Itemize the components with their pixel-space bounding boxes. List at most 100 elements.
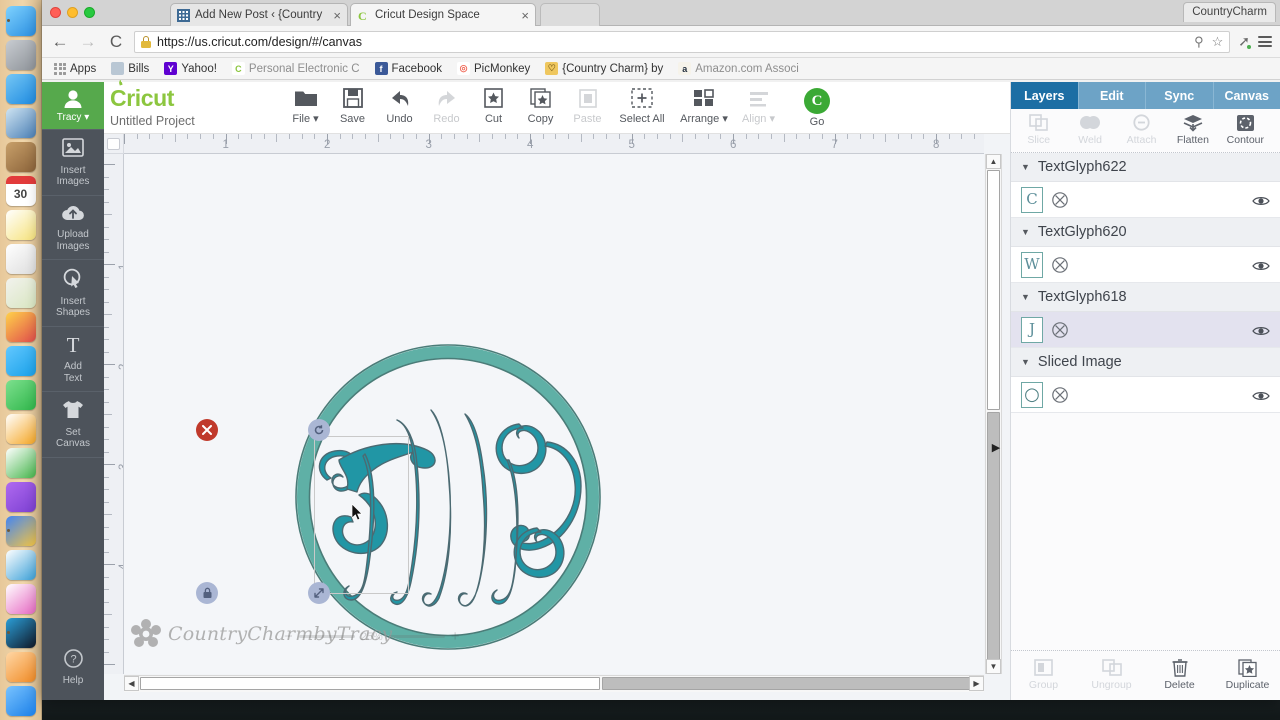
close-window-button[interactable]: [50, 7, 61, 18]
calendar-icon[interactable]: 30: [5, 176, 36, 206]
chrome-profile-button[interactable]: CountryCharm: [1183, 2, 1276, 22]
scroll-h-thumb-left[interactable]: [140, 677, 600, 690]
scroll-thumb-upper[interactable]: [987, 170, 1000, 410]
ruler-origin-handle[interactable]: [104, 134, 124, 154]
reminders-icon[interactable]: [5, 244, 36, 274]
lock-handle[interactable]: [196, 582, 218, 604]
bookmark-1[interactable]: Bills: [105, 60, 155, 77]
toolbar-arrange-button[interactable]: Arrange ▾: [673, 88, 735, 126]
layers-tool-contour[interactable]: Contour: [1227, 114, 1264, 147]
layer-group-header-0[interactable]: ▼ TextGlyph622: [1011, 153, 1280, 182]
visibility-eye-icon[interactable]: [1252, 259, 1270, 271]
panel-collapse-arrow[interactable]: ▶: [990, 437, 1002, 457]
toolbar-cut-button[interactable]: Cut: [470, 88, 517, 126]
safari-icon[interactable]: [5, 74, 36, 104]
layer-thumbnail[interactable]: J: [1021, 316, 1043, 343]
resize-handle[interactable]: [308, 582, 330, 604]
sidebar-item-help[interactable]: ? Help: [42, 639, 104, 700]
toolbar-file-button[interactable]: File ▾: [282, 88, 329, 126]
browser-tab-2[interactable]: C Cricut Design Space ×: [350, 3, 536, 26]
zoom-in-button[interactable]: +: [451, 629, 460, 644]
scroll-up-button[interactable]: ▲: [986, 154, 1001, 169]
photos-icon[interactable]: [5, 108, 36, 138]
finder-icon[interactable]: [5, 6, 36, 36]
layer-group-header-2[interactable]: ▼ TextGlyph618: [1011, 283, 1280, 312]
tab-sync[interactable]: Sync: [1146, 82, 1214, 109]
bookmark-star-icon[interactable]: ☆: [1212, 34, 1224, 50]
layer-group-header-3[interactable]: ▼ Sliced Image: [1011, 348, 1280, 377]
sidebar-item-insert-images[interactable]: Insert Images: [42, 129, 104, 196]
sidebar-item-set-canvas[interactable]: Set Canvas: [42, 392, 104, 458]
extension-icon[interactable]: ➚: [1238, 33, 1251, 50]
layers-duplicate-button[interactable]: Duplicate: [1223, 659, 1273, 692]
browser-tab-placeholder[interactable]: [540, 3, 600, 26]
cut-type-icon[interactable]: [1051, 386, 1069, 404]
layer-row[interactable]: J: [1011, 312, 1280, 348]
toolbar-select-all-button[interactable]: Select All: [611, 88, 673, 126]
layers-tool-flatten[interactable]: Flatten: [1175, 114, 1210, 147]
mac-dock[interactable]: 30: [0, 0, 42, 720]
address-bar[interactable]: https://us.cricut.com/design/#/canvas ⚲ …: [134, 30, 1231, 53]
appstore-icon[interactable]: [5, 686, 36, 716]
ibooks-icon[interactable]: [5, 652, 36, 682]
launchpad-icon[interactable]: [5, 40, 36, 70]
toolbar-save-button[interactable]: Save: [329, 88, 376, 126]
sidebar-item-upload-images[interactable]: Upload Images: [42, 196, 104, 260]
news-icon[interactable]: [5, 278, 36, 308]
layers-delete-button[interactable]: Delete: [1155, 659, 1205, 692]
layer-thumbnail[interactable]: C: [1021, 186, 1043, 213]
itunes-icon[interactable]: [5, 584, 36, 614]
rotate-handle[interactable]: [308, 419, 330, 441]
project-name[interactable]: Untitled Project: [110, 114, 282, 128]
tab-edit[interactable]: Edit: [1078, 82, 1146, 109]
sidebar-item-add-text[interactable]: T Add Text: [42, 327, 104, 392]
layer-group-header-1[interactable]: ▼ TextGlyph620: [1011, 218, 1280, 247]
minimize-window-button[interactable]: [67, 7, 78, 18]
layer-thumbnail[interactable]: ○: [1021, 381, 1043, 408]
chrome-icon[interactable]: [5, 516, 36, 546]
cut-type-icon[interactable]: [1051, 191, 1069, 209]
bookmark-7[interactable]: a Amazon.com Associ: [672, 60, 805, 77]
delete-handle[interactable]: [196, 419, 218, 441]
window-traffic-lights[interactable]: [50, 7, 95, 18]
contacts-icon[interactable]: [5, 142, 36, 172]
zoom-control[interactable]: − 25% +: [284, 629, 460, 644]
reload-icon[interactable]: C: [106, 33, 126, 50]
cut-type-icon[interactable]: [1051, 256, 1069, 274]
bookmark-0[interactable]: Apps: [48, 61, 102, 77]
tab-layers[interactable]: Layers: [1011, 82, 1079, 109]
visibility-eye-icon[interactable]: [1252, 389, 1270, 401]
chevron-down-icon[interactable]: ▼: [1021, 227, 1030, 237]
keynote-icon[interactable]: [5, 550, 36, 580]
bookmark-3[interactable]: C Personal Electronic C: [226, 60, 366, 77]
cut-type-icon[interactable]: [1051, 321, 1069, 339]
chevron-down-icon[interactable]: ▼: [1021, 162, 1030, 172]
sidebar-item-insert-shapes[interactable]: Insert Shapes: [42, 260, 104, 327]
layer-row[interactable]: ○: [1011, 377, 1280, 413]
scroll-h-thumb[interactable]: [602, 677, 982, 690]
scroll-down-button[interactable]: ▼: [986, 659, 1001, 674]
visibility-eye-icon[interactable]: [1252, 324, 1270, 336]
bookmark-5[interactable]: ◎ PicMonkey: [451, 60, 536, 77]
design-canvas[interactable]: CountryCharmbyTracy − 25% +: [124, 154, 984, 674]
messages-icon[interactable]: [5, 346, 36, 376]
layer-thumbnail[interactable]: W: [1021, 251, 1043, 278]
bookmark-2[interactable]: Y Yahoo!: [158, 60, 223, 77]
notes-icon[interactable]: [5, 210, 36, 240]
imovie-icon[interactable]: [5, 482, 36, 512]
bookmark-6[interactable]: ♡ {Country Charm} by: [539, 60, 669, 77]
bookmark-4[interactable]: f Facebook: [369, 60, 449, 77]
scroll-left-button[interactable]: ◀: [124, 676, 139, 691]
quicktime-icon[interactable]: [5, 618, 36, 648]
browser-tab-1[interactable]: Add New Post ‹ {Country C ×: [170, 3, 348, 26]
canvas-vertical-scrollbar[interactable]: ▲ ▼ ▶: [985, 154, 1002, 674]
scroll-right-button[interactable]: ▶: [969, 676, 984, 691]
visibility-eye-icon[interactable]: [1252, 194, 1270, 206]
sidebar-user-menu[interactable]: Tracy ▾: [42, 82, 104, 129]
facetime-icon[interactable]: [5, 380, 36, 410]
zoom-slider[interactable]: [298, 635, 355, 638]
search-icon[interactable]: ⚲: [1194, 34, 1204, 50]
photos-flower-icon[interactable]: [5, 312, 36, 342]
close-tab-1-icon[interactable]: ×: [333, 9, 341, 22]
close-tab-2-icon[interactable]: ×: [521, 9, 529, 22]
